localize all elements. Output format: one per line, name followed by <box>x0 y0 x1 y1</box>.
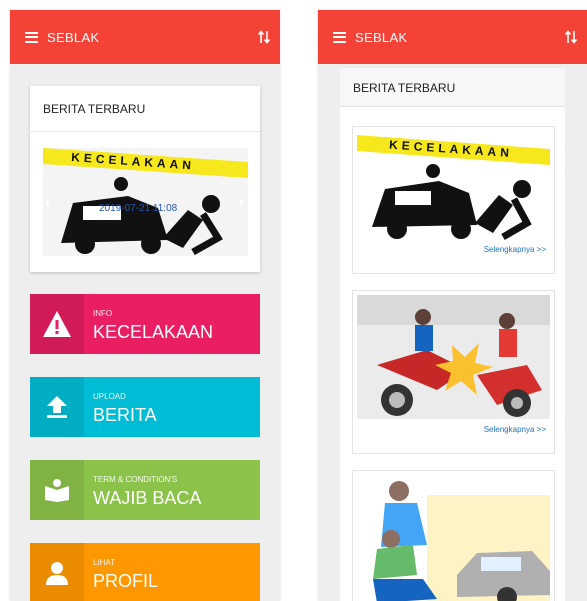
book-icon <box>30 460 84 520</box>
injured-person-illustration <box>357 475 550 601</box>
tile-subtitle: INFO <box>93 309 113 318</box>
read-more-link[interactable]: Selengkapnya >> <box>484 245 546 254</box>
tile-title: BERITA <box>93 405 157 425</box>
app-bar: SEBLAK <box>318 10 587 64</box>
list-header: BERITA TERBARU <box>340 68 565 107</box>
tile-lihat-profil[interactable]: LIHAT PROFIL <box>30 543 260 601</box>
warning-icon <box>30 294 84 354</box>
upload-icon <box>30 377 84 437</box>
home-screen: SEBLAK BERITA TERBARU KECELAKAAN ‹ › 201… <box>10 10 280 601</box>
motorbike-crash-illustration <box>357 295 550 419</box>
menu-icon[interactable] <box>333 31 346 43</box>
next-arrow-icon[interactable]: › <box>239 194 244 212</box>
tile-subtitle: UPLOAD <box>93 392 126 401</box>
tile-info-kecelakaan[interactable]: INFO KECELAKAAN <box>30 294 260 354</box>
prev-arrow-icon[interactable]: ‹ <box>45 194 50 212</box>
news-screen: SEBLAK BERITA TERBARU KECELAKAAN Selengk… <box>318 10 587 601</box>
tile-title: KECELAKAAN <box>93 322 214 342</box>
tile-wajib-baca[interactable]: TERM & CONDITION'S WAJIB BACA <box>30 460 260 520</box>
news-slider-card: BERITA TERBARU KECELAKAAN ‹ › 2019-07-21… <box>30 86 260 272</box>
accident-illustration: KECELAKAAN <box>357 131 550 241</box>
app-bar: SEBLAK <box>10 10 280 64</box>
person-icon <box>30 543 84 601</box>
sort-icon[interactable] <box>258 30 270 44</box>
app-title: SEBLAK <box>47 29 100 45</box>
list-title: BERITA TERBARU <box>353 81 456 95</box>
tile-subtitle: TERM & CONDITION'S <box>93 475 178 484</box>
sort-icon[interactable] <box>565 30 577 44</box>
tile-title: WAJIB BACA <box>93 488 202 508</box>
card-title: BERITA TERBARU <box>43 102 146 116</box>
news-card[interactable]: Selengkapnya >> <box>352 290 555 454</box>
news-slide[interactable]: KECELAKAAN ‹ › 2019-07-21 11:08 <box>43 148 248 256</box>
tile-upload-berita[interactable]: UPLOAD BERITA <box>30 377 260 437</box>
news-card[interactable]: KECELAKAAN Selengkapnya >> <box>352 126 555 274</box>
menu-icon[interactable] <box>25 31 38 43</box>
divider <box>30 131 260 132</box>
read-more-link[interactable]: Selengkapnya >> <box>484 425 546 434</box>
tile-subtitle: LIHAT <box>93 558 116 567</box>
news-card[interactable] <box>352 470 555 601</box>
accident-illustration: KECELAKAAN <box>43 148 248 256</box>
slide-date: 2019-07-21 11:08 <box>99 203 178 214</box>
tile-title: PROFIL <box>93 571 159 591</box>
app-title: SEBLAK <box>355 29 408 45</box>
